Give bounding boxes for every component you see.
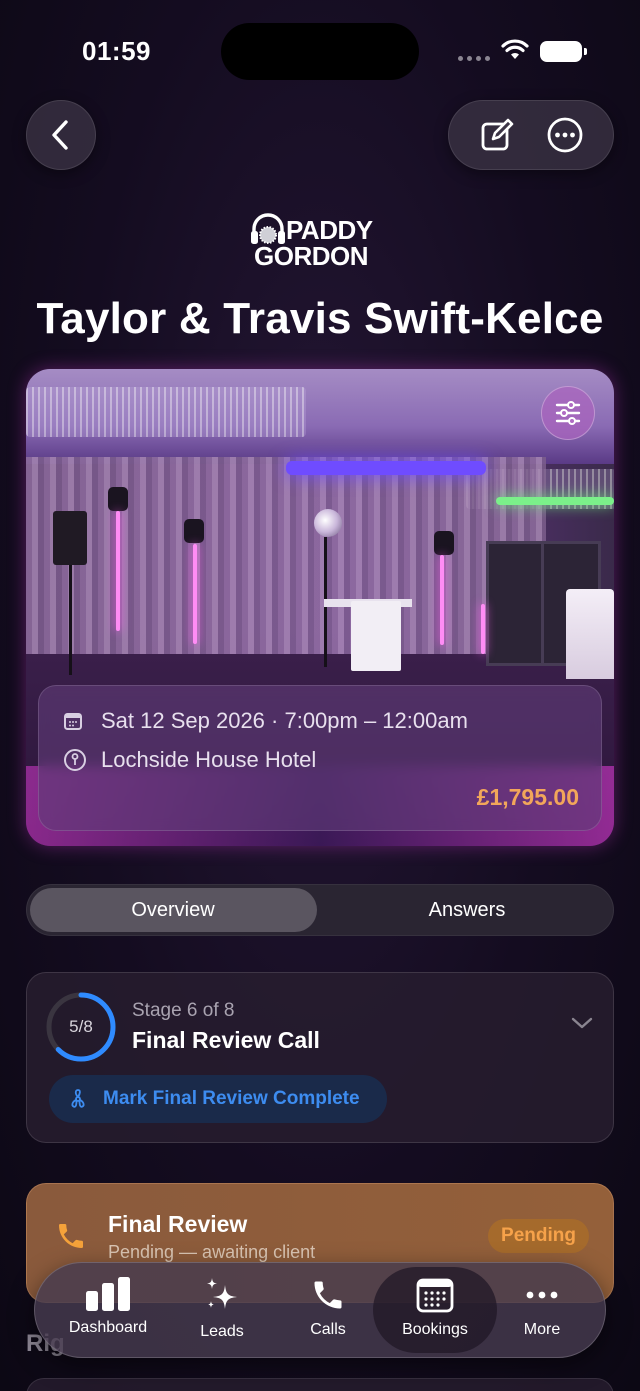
- wifi-icon: [501, 39, 529, 59]
- calendar-icon: [416, 1278, 454, 1313]
- calendar-icon: [64, 713, 82, 730]
- fan-icon: [71, 1089, 85, 1108]
- tab-label-bookings: Bookings: [402, 1321, 468, 1338]
- booking-date-row: Sat 12 Sep 2026 · 7:00pm – 12:00am: [63, 708, 468, 734]
- tab-more[interactable]: More: [495, 1263, 589, 1359]
- phone-icon: [59, 1224, 83, 1248]
- brand-line-1: PADDY: [286, 215, 373, 245]
- tab-overview[interactable]: Overview: [27, 885, 319, 935]
- battery-icon: [540, 41, 587, 62]
- mark-final-review-complete-button[interactable]: Mark Final Review Complete: [49, 1075, 387, 1123]
- dynamic-island: [221, 23, 419, 80]
- bottom-tab-bar: Dashboard Leads Calls Bookings More: [34, 1262, 606, 1358]
- status-time: 01:59: [82, 36, 151, 66]
- tab-calls[interactable]: Calls: [281, 1263, 375, 1359]
- photo-filter-button[interactable]: [541, 386, 595, 440]
- ellipsis-icon: [526, 1291, 558, 1299]
- booking-info-panel: Sat 12 Sep 2026 · 7:00pm – 12:00am Lochs…: [38, 685, 602, 831]
- overview-answers-segment: Overview Answers: [26, 884, 614, 936]
- booking-venue-row: Lochside House Hotel: [63, 747, 316, 773]
- review-subtitle: Pending — awaiting client: [108, 1242, 316, 1262]
- cellular-signal-icon: [458, 56, 490, 61]
- tab-label-dashboard: Dashboard: [68, 1319, 148, 1336]
- phone-icon: [314, 1281, 342, 1309]
- mark-complete-label: Mark Final Review Complete: [103, 1088, 360, 1109]
- booking-title: Taylor & Travis Swift-Kelce: [36, 294, 604, 343]
- review-title: Final Review: [108, 1211, 248, 1237]
- tab-label-leads: Leads: [200, 1323, 244, 1340]
- brand-logo: PADDY GORDON: [248, 212, 393, 274]
- stage-progress-label: 5/8: [69, 1017, 93, 1036]
- stage-title: Final Review Call: [132, 1027, 320, 1053]
- stage-progress-card[interactable]: 5/8 Stage 6 of 8 Final Review Call Mark …: [26, 972, 614, 1143]
- brand-line-2: GORDON: [254, 241, 368, 271]
- chevron-left-icon: [52, 120, 68, 150]
- tab-dashboard[interactable]: Dashboard: [53, 1263, 163, 1359]
- edit-icon[interactable]: [479, 117, 515, 153]
- chevron-down-icon[interactable]: [571, 1016, 593, 1030]
- back-button[interactable]: [26, 100, 96, 170]
- location-pin-icon: [64, 749, 86, 771]
- tab-label-calls: Calls: [310, 1321, 346, 1338]
- booking-venue: Lochside House Hotel: [101, 747, 317, 772]
- section-card: [26, 1378, 614, 1391]
- tab-label-more: More: [523, 1321, 561, 1338]
- more-options-icon[interactable]: [546, 116, 584, 154]
- status-badge: Pending: [488, 1219, 589, 1253]
- tab-leads[interactable]: Leads: [175, 1263, 269, 1359]
- booking-hero-card: Sat 12 Sep 2026 · 7:00pm – 12:00am Lochs…: [26, 369, 614, 846]
- sliders-icon: [555, 401, 581, 425]
- bar-chart-icon: [86, 1277, 130, 1311]
- booking-date: Sat 12 Sep 2026 · 7:00pm – 12:00am: [101, 708, 468, 733]
- brand-wordmark: PADDY GORDON: [254, 215, 373, 269]
- booking-price: £1,795.00: [476, 784, 579, 810]
- tab-bookings[interactable]: Bookings: [381, 1263, 489, 1359]
- tab-answers[interactable]: Answers: [321, 885, 613, 935]
- sparkles-icon: [207, 1278, 237, 1309]
- header-actions: [448, 100, 614, 170]
- stage-subtitle: Stage 6 of 8: [132, 1000, 235, 1021]
